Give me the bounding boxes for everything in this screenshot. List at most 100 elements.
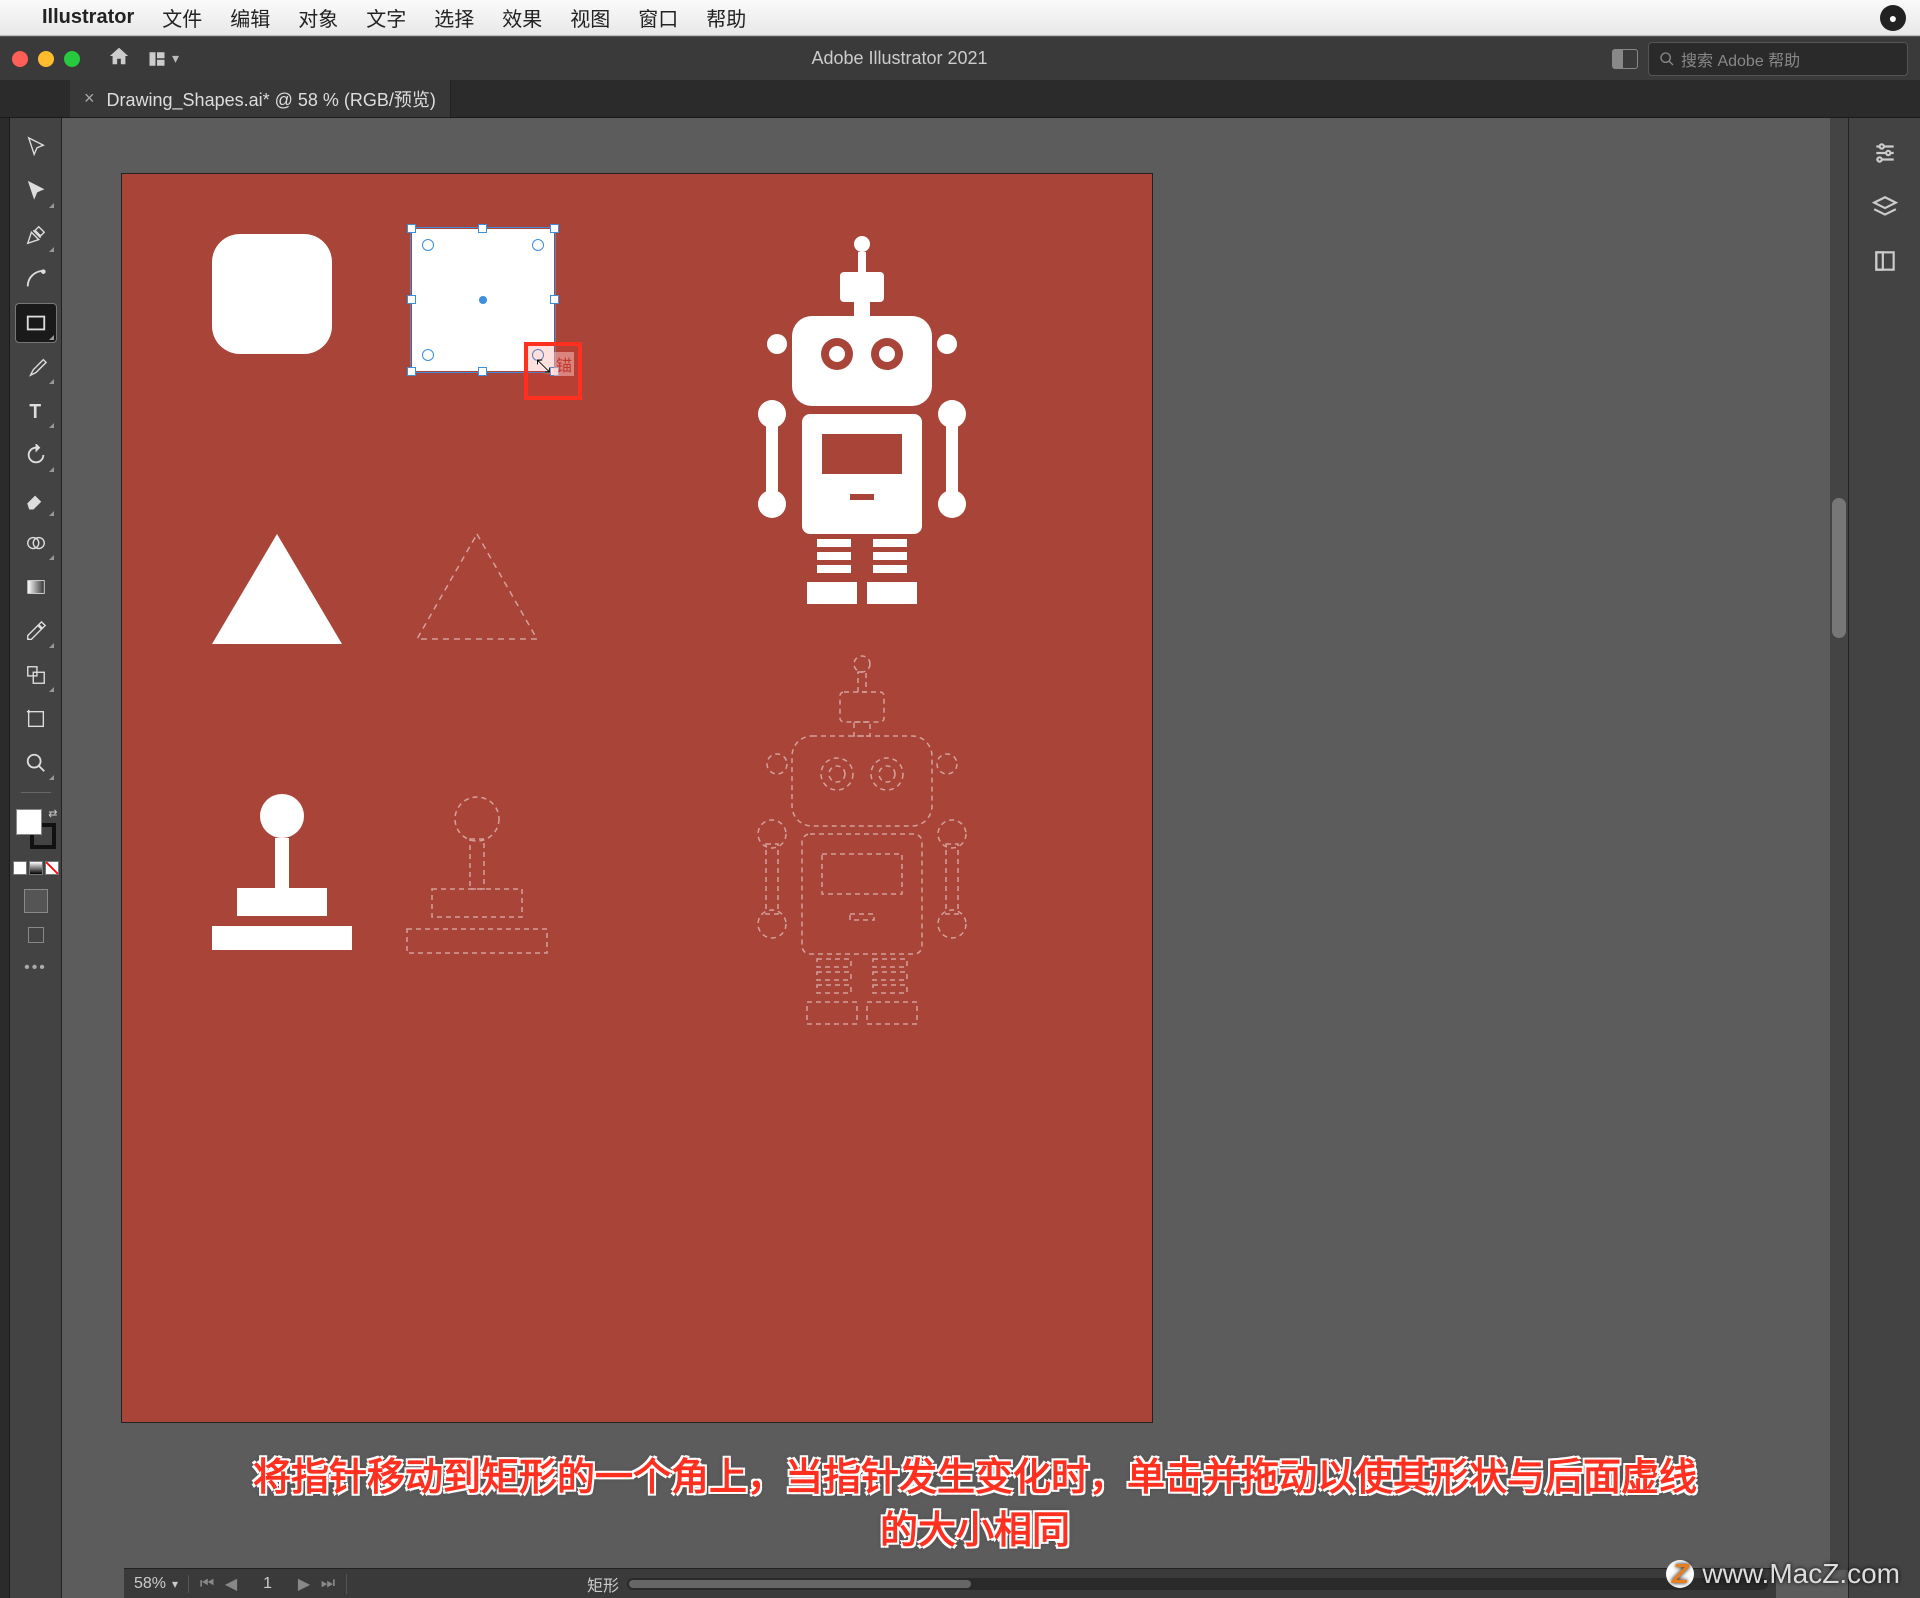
- horizontal-scrollbar[interactable]: [627, 1578, 1768, 1590]
- gradient-tool[interactable]: [16, 568, 56, 606]
- menu-select[interactable]: 选择: [434, 3, 474, 32]
- type-tool[interactable]: T: [16, 392, 56, 430]
- shape-builder-tool[interactable]: [16, 524, 56, 562]
- menu-view[interactable]: 视图: [570, 3, 610, 32]
- right-panel-dock: [1848, 118, 1920, 1598]
- workspace: T ⇄ •••: [0, 118, 1920, 1598]
- home-icon[interactable]: [108, 45, 130, 72]
- artboard-number[interactable]: 1: [245, 1575, 290, 1593]
- first-artboard-button[interactable]: ⏮: [197, 1575, 217, 1593]
- live-corner-widget[interactable]: [422, 239, 434, 251]
- canvas-area[interactable]: ⤡ 锚: [62, 118, 1848, 1598]
- zoom-tool[interactable]: [16, 744, 56, 782]
- status-dot-icon[interactable]: ●: [1880, 5, 1906, 31]
- scale-tool[interactable]: [16, 656, 56, 694]
- last-artboard-button[interactable]: ⏭: [318, 1575, 338, 1593]
- minimize-window-button[interactable]: [38, 51, 54, 67]
- eyedropper-tool[interactable]: [16, 612, 56, 650]
- cursor-tooltip: 锚: [554, 352, 574, 376]
- app-titlebar: ▾ Adobe Illustrator 2021 搜索 Adobe 帮助: [0, 36, 1920, 80]
- svg-text:T: T: [29, 400, 40, 421]
- resize-handle[interactable]: [407, 224, 416, 233]
- center-point: [479, 296, 487, 304]
- watermark-logo-icon: Z: [1666, 1560, 1694, 1588]
- joystick-solid-shape[interactable]: [212, 794, 352, 950]
- tutorial-highlight: ⤡ 锚: [524, 342, 582, 400]
- status-bar: 58%▾ ⏮ ◀ 1 ▶ ⏭ 矩形: [124, 1568, 1776, 1598]
- prev-artboard-button[interactable]: ◀: [221, 1574, 241, 1594]
- menu-type[interactable]: 文字: [366, 3, 406, 32]
- color-mode-buttons: [13, 861, 59, 875]
- tools-panel: T ⇄ •••: [10, 118, 62, 1598]
- eraser-tool[interactable]: [16, 480, 56, 518]
- color-none-button[interactable]: [45, 861, 59, 875]
- layers-panel-icon[interactable]: [1870, 192, 1900, 222]
- menu-object[interactable]: 对象: [298, 3, 338, 32]
- close-tab-icon[interactable]: ×: [84, 88, 95, 109]
- window-controls: [12, 51, 80, 67]
- next-artboard-button[interactable]: ▶: [294, 1574, 314, 1594]
- artboard-navigation: ⏮ ◀ 1 ▶ ⏭: [189, 1574, 347, 1594]
- document-tabstrip: × Drawing_Shapes.ai* @ 58 % (RGB/预览): [0, 80, 1920, 118]
- search-placeholder: 搜索 Adobe 帮助: [1681, 47, 1800, 71]
- tab-label: Drawing_Shapes.ai* @ 58 % (RGB/预览): [107, 86, 436, 112]
- curvature-tool[interactable]: [16, 260, 56, 298]
- resize-handle[interactable]: [407, 295, 416, 304]
- menu-window[interactable]: 窗口: [638, 3, 678, 32]
- resize-handle[interactable]: [550, 224, 559, 233]
- live-corner-widget[interactable]: [532, 239, 544, 251]
- resize-handle[interactable]: [478, 367, 487, 376]
- robot-dashed-outline[interactable]: [722, 644, 1002, 1069]
- rotate-tool[interactable]: [16, 436, 56, 474]
- app-name[interactable]: Illustrator: [42, 6, 134, 29]
- watermark: Z www.MacZ.com: [1666, 1558, 1900, 1590]
- artboard-tool[interactable]: [16, 700, 56, 738]
- live-corner-widget[interactable]: [422, 349, 434, 361]
- help-search-input[interactable]: 搜索 Adobe 帮助: [1648, 42, 1908, 76]
- pen-tool[interactable]: [16, 216, 56, 254]
- selection-tool[interactable]: [16, 128, 56, 166]
- maximize-window-button[interactable]: [64, 51, 80, 67]
- libraries-panel-icon[interactable]: [1870, 246, 1900, 276]
- close-window-button[interactable]: [12, 51, 28, 67]
- direct-selection-tool[interactable]: [16, 172, 56, 210]
- screen-mode-buttons[interactable]: [28, 927, 44, 943]
- artboard[interactable]: ⤡ 锚: [122, 174, 1152, 1422]
- menu-edit[interactable]: 编辑: [230, 3, 270, 32]
- scale-cursor-icon: ⤡: [536, 356, 550, 377]
- collapsed-strip: [0, 118, 10, 1598]
- current-tool-label: 矩形: [587, 1572, 619, 1596]
- color-gradient-button[interactable]: [29, 861, 43, 875]
- triangle-dashed-outline[interactable]: [412, 529, 542, 644]
- rectangle-tool[interactable]: [16, 304, 56, 342]
- vertical-scrollbar[interactable]: [1830, 118, 1848, 1570]
- fill-stroke-swatches[interactable]: ⇄: [16, 809, 56, 849]
- menu-effect[interactable]: 效果: [502, 3, 542, 32]
- resize-handle[interactable]: [550, 295, 559, 304]
- paintbrush-tool[interactable]: [16, 348, 56, 386]
- robot-solid-shape[interactable]: [722, 224, 1002, 649]
- chevron-down-icon: ▾: [172, 1577, 178, 1591]
- scrollbar-thumb[interactable]: [1832, 498, 1846, 638]
- fill-swatch[interactable]: [16, 809, 42, 835]
- menu-help[interactable]: 帮助: [706, 3, 746, 32]
- chevron-down-icon: ▾: [172, 50, 179, 67]
- swap-fill-stroke-icon[interactable]: ⇄: [48, 807, 57, 820]
- document-tab[interactable]: × Drawing_Shapes.ai* @ 58 % (RGB/预览): [70, 80, 451, 117]
- menu-file[interactable]: 文件: [162, 3, 202, 32]
- macos-menubar: Illustrator 文件 编辑 对象 文字 选择 效果 视图 窗口 帮助 ●: [0, 0, 1920, 36]
- triangle-solid-shape[interactable]: [212, 534, 342, 644]
- zoom-level-dropdown[interactable]: 58%▾: [124, 1575, 189, 1593]
- color-solid-button[interactable]: [13, 861, 27, 875]
- properties-panel-icon[interactable]: [1870, 138, 1900, 168]
- panel-toggle-icon[interactable]: [1612, 49, 1638, 69]
- draw-mode-button[interactable]: [24, 889, 48, 913]
- scrollbar-thumb[interactable]: [629, 1580, 971, 1588]
- rounded-rectangle-shape[interactable]: [212, 234, 332, 354]
- resize-handle[interactable]: [407, 367, 416, 376]
- arrange-documents-button[interactable]: ▾: [140, 46, 187, 72]
- resize-handle[interactable]: [478, 224, 487, 233]
- edit-toolbar-icon[interactable]: •••: [24, 959, 47, 977]
- window-title: Adobe Illustrator 2021: [197, 48, 1602, 69]
- joystick-dashed-outline[interactable]: [402, 794, 552, 979]
